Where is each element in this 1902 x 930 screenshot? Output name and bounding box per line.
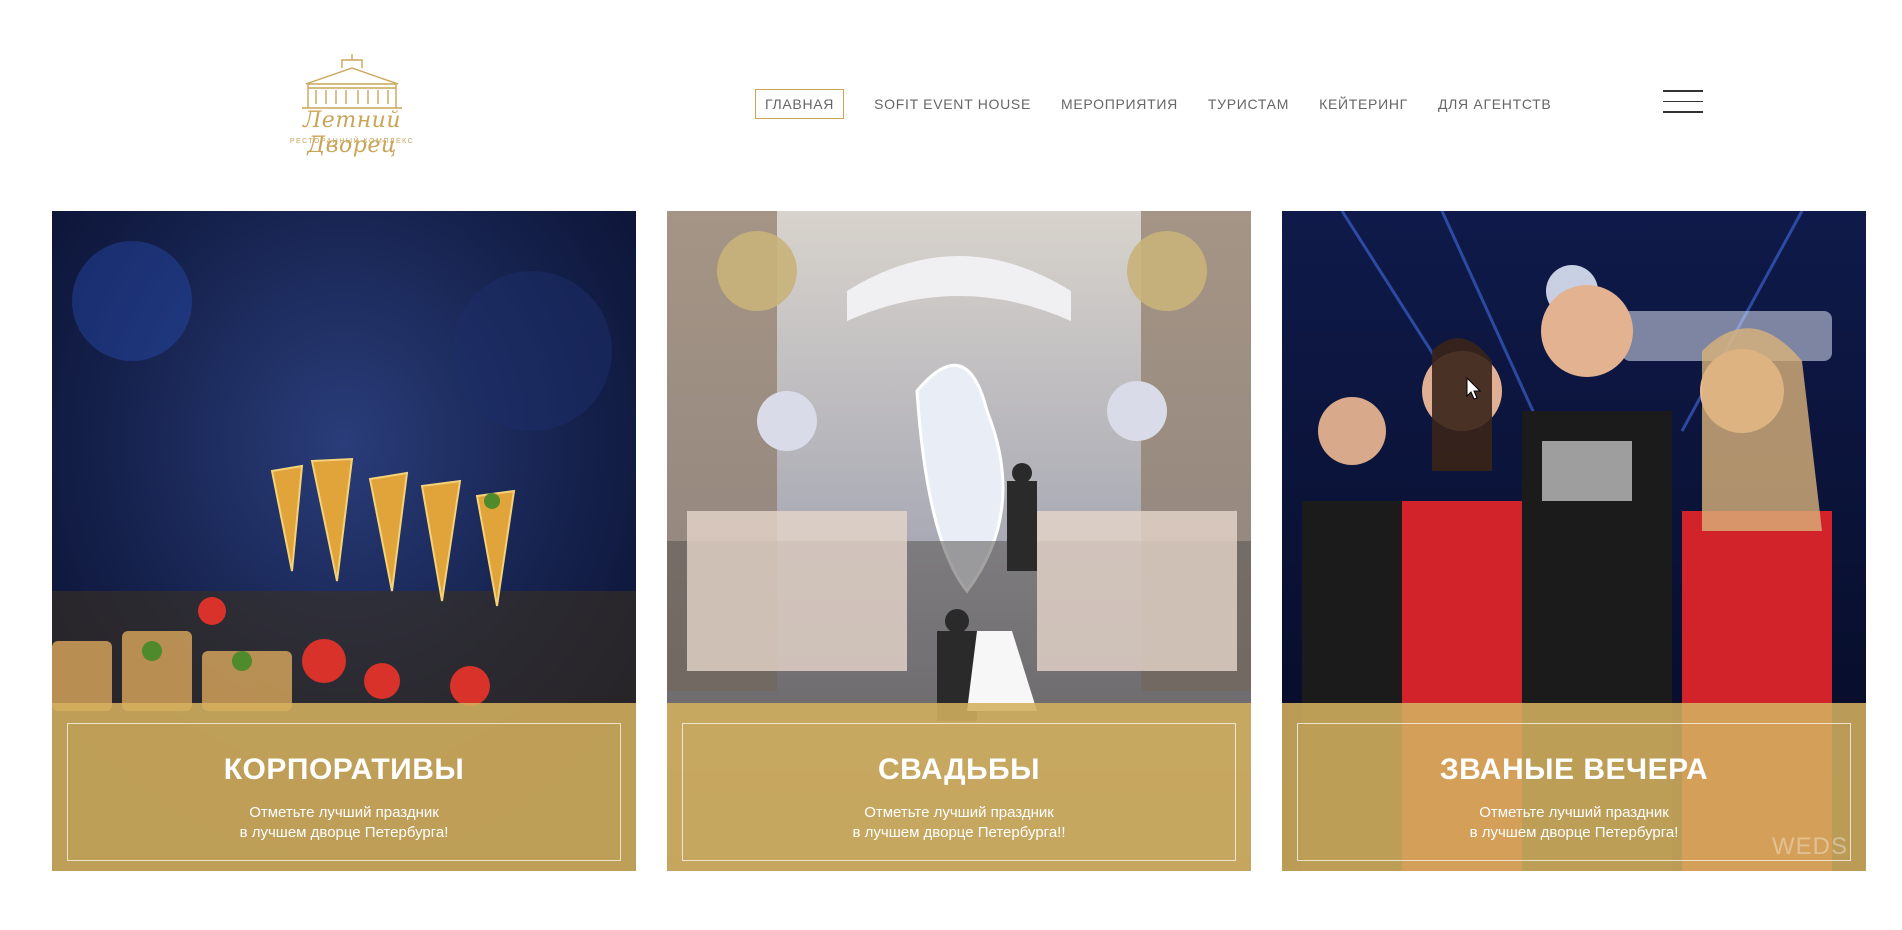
card-title: СВАДЬБЫ: [878, 753, 1040, 786]
watermark: WEDS: [1772, 833, 1848, 860]
nav-events[interactable]: МЕРОПРИЯТИЯ: [1061, 96, 1178, 112]
card-title: КОРПОРАТИВЫ: [223, 753, 465, 786]
card-subtitle: Отметьте лучший праздник в лучшем дворце…: [239, 804, 449, 841]
card-caption-band: ЗВАНЫЕ ВЕЧЕРА Отметьте лучший праздник в…: [1282, 703, 1866, 871]
nav-tourists[interactable]: ТУРИСТАМ: [1208, 96, 1289, 112]
logo-subtitle: ресторанный комплекс: [289, 138, 415, 145]
card-corporate[interactable]: КОРПОРАТИВЫ Отметьте лучший праздник в л…: [52, 211, 636, 871]
site-header: Летний Дворец ресторанный комплекс ГЛАВН…: [0, 0, 1902, 200]
nav-home[interactable]: ГЛАВНАЯ: [755, 89, 845, 119]
card-subtitle: Отметьте лучший праздник в лучшем дворце…: [852, 804, 1066, 841]
menu-burger-icon[interactable]: [1663, 90, 1705, 116]
card-caption-band: КОРПОРАТИВЫ Отметьте лучший праздник в л…: [52, 703, 636, 871]
nav-catering[interactable]: КЕЙТЕРИНГ: [1319, 96, 1408, 112]
logo-title: Летний Дворец: [302, 108, 402, 158]
mouse-cursor-icon: [1466, 377, 1482, 400]
logo[interactable]: Летний Дворец ресторанный комплекс: [262, 54, 442, 158]
palace-logo-icon: [302, 54, 402, 109]
card-title: ЗВАНЫЕ ВЕЧЕРА: [1439, 753, 1709, 786]
nav-agencies[interactable]: ДЛЯ АГЕНТСТВ: [1438, 96, 1552, 112]
card-soirees[interactable]: ЗВАНЫЕ ВЕЧЕРА Отметьте лучший праздник в…: [1282, 211, 1866, 871]
main-nav: ГЛАВНАЯ SOFIT EVENT HOUSE МЕРОПРИЯТИЯ ТУ…: [755, 89, 1581, 119]
nav-sofit-event-house[interactable]: SOFIT EVENT HOUSE: [874, 96, 1031, 112]
card-weddings[interactable]: СВАДЬБЫ Отметьте лучший праздник в лучше…: [667, 211, 1251, 871]
card-caption-band: СВАДЬБЫ Отметьте лучший праздник в лучше…: [667, 703, 1251, 871]
